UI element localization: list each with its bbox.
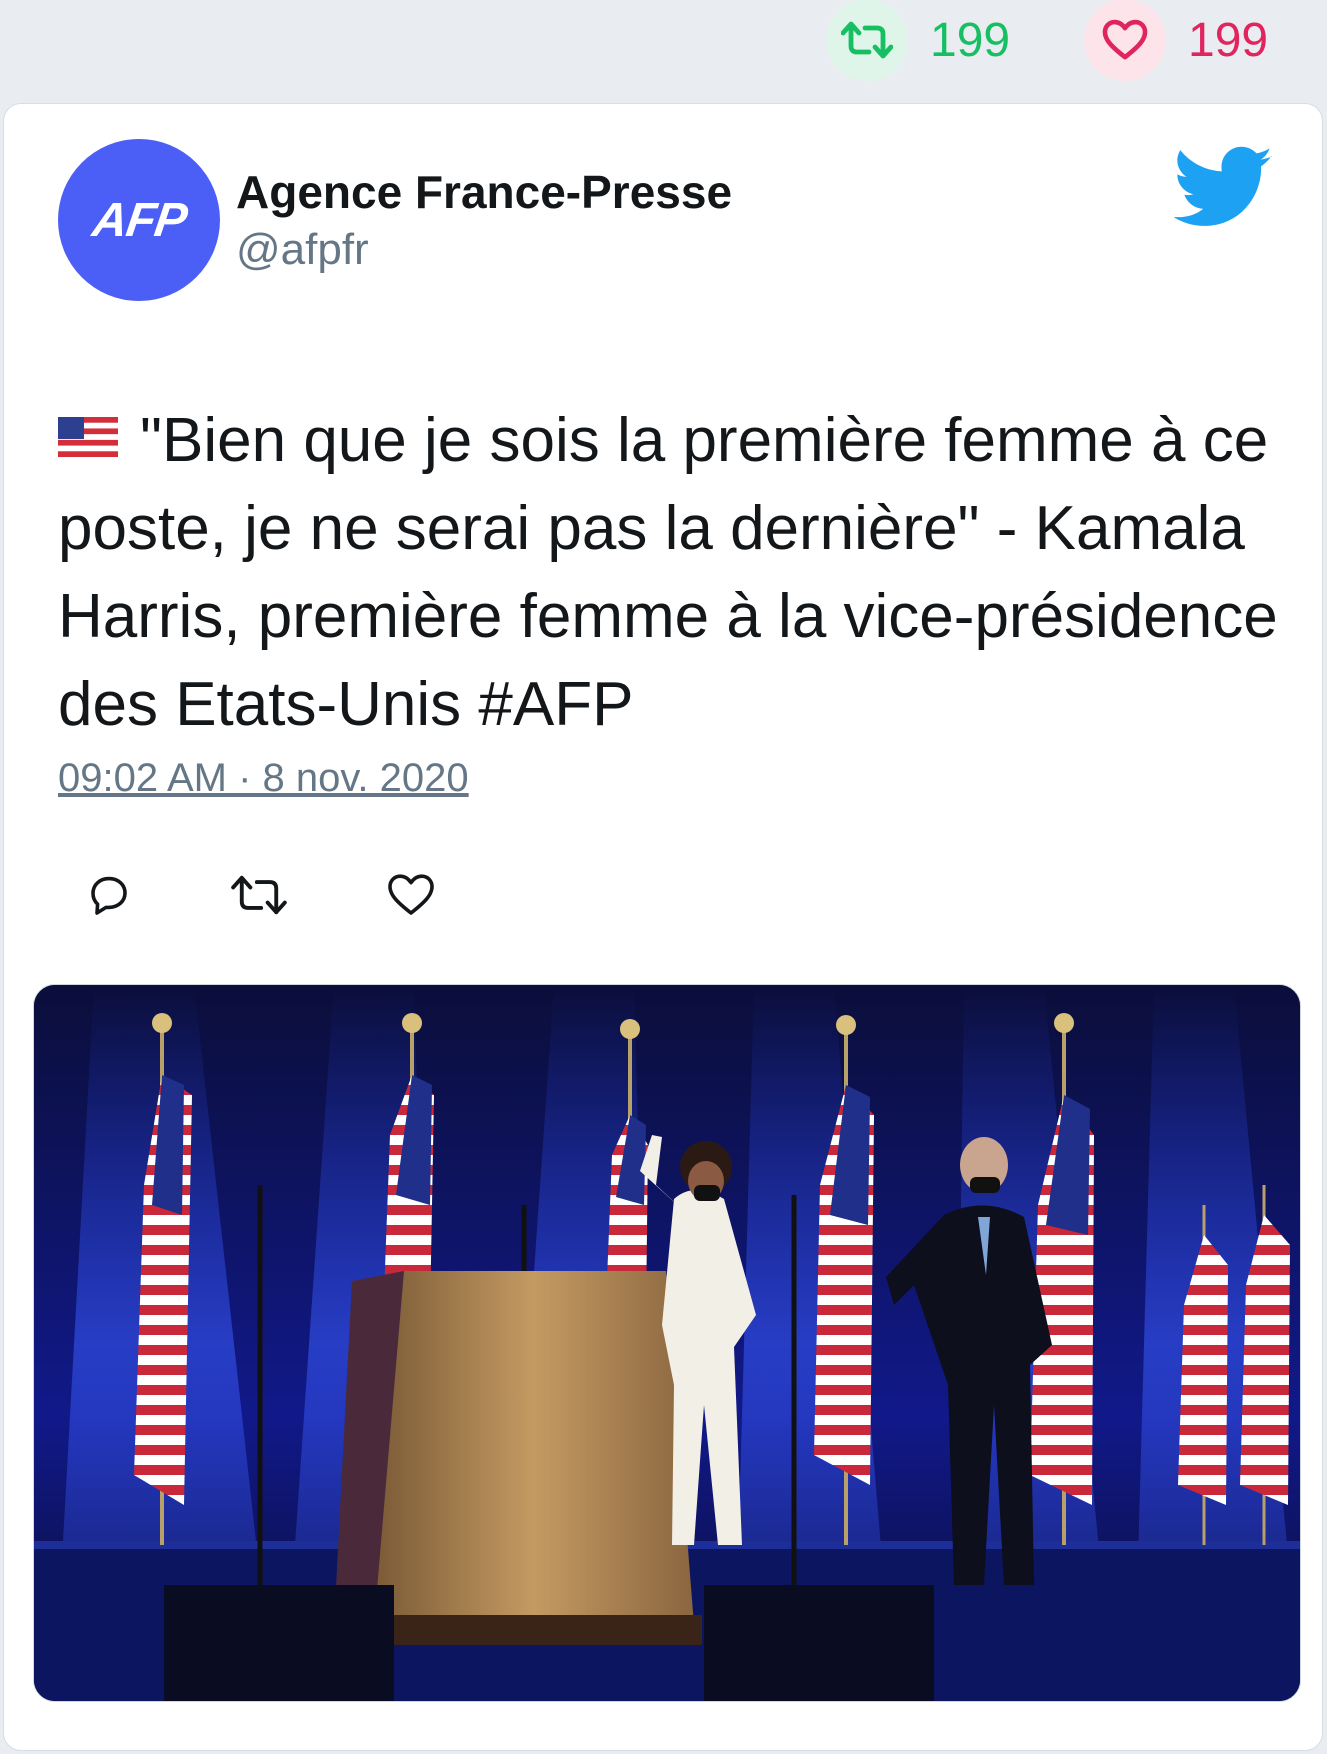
tweet-text: "Bien que je sois la première femme à ce…	[58, 397, 1298, 749]
avatar[interactable]: AFP	[58, 139, 220, 301]
heart-icon	[1102, 19, 1148, 60]
engagement-stats: 199 199	[0, 0, 1327, 100]
tweet-media-photo[interactable]	[33, 984, 1301, 1702]
retweet-button[interactable]	[224, 860, 294, 930]
retweet-stat[interactable]: 199	[826, 0, 1011, 81]
like-stat[interactable]: 199	[1084, 0, 1269, 81]
twitter-bird-icon[interactable]	[1174, 146, 1274, 230]
avatar-text: AFP	[88, 193, 190, 247]
retweet-icon	[841, 21, 893, 59]
retweet-action-icon	[231, 875, 287, 915]
tweet-body: "Bien que je sois la première femme à ce…	[58, 406, 1278, 739]
reply-button[interactable]	[74, 860, 144, 930]
like-action-icon	[388, 874, 434, 915]
stage-photo	[34, 985, 1300, 1701]
author-handle[interactable]: @afpfr	[236, 222, 732, 278]
tweet-timestamp[interactable]: 09:02 AM · 8 nov. 2020	[58, 756, 469, 801]
tweet-card[interactable]: AFP Agence France-Presse @afpfr "Bien qu…	[3, 103, 1323, 1751]
reply-icon	[91, 876, 127, 915]
author-info[interactable]: Agence France-Presse @afpfr	[236, 164, 732, 278]
author-name[interactable]: Agence France-Presse	[236, 164, 732, 220]
like-button[interactable]	[376, 860, 446, 930]
retweet-stat-circle[interactable]	[826, 0, 908, 81]
like-stat-circle[interactable]	[1084, 0, 1166, 81]
us-flag-emoji	[58, 416, 118, 457]
like-count: 199	[1188, 13, 1269, 67]
retweet-count: 199	[930, 13, 1011, 67]
